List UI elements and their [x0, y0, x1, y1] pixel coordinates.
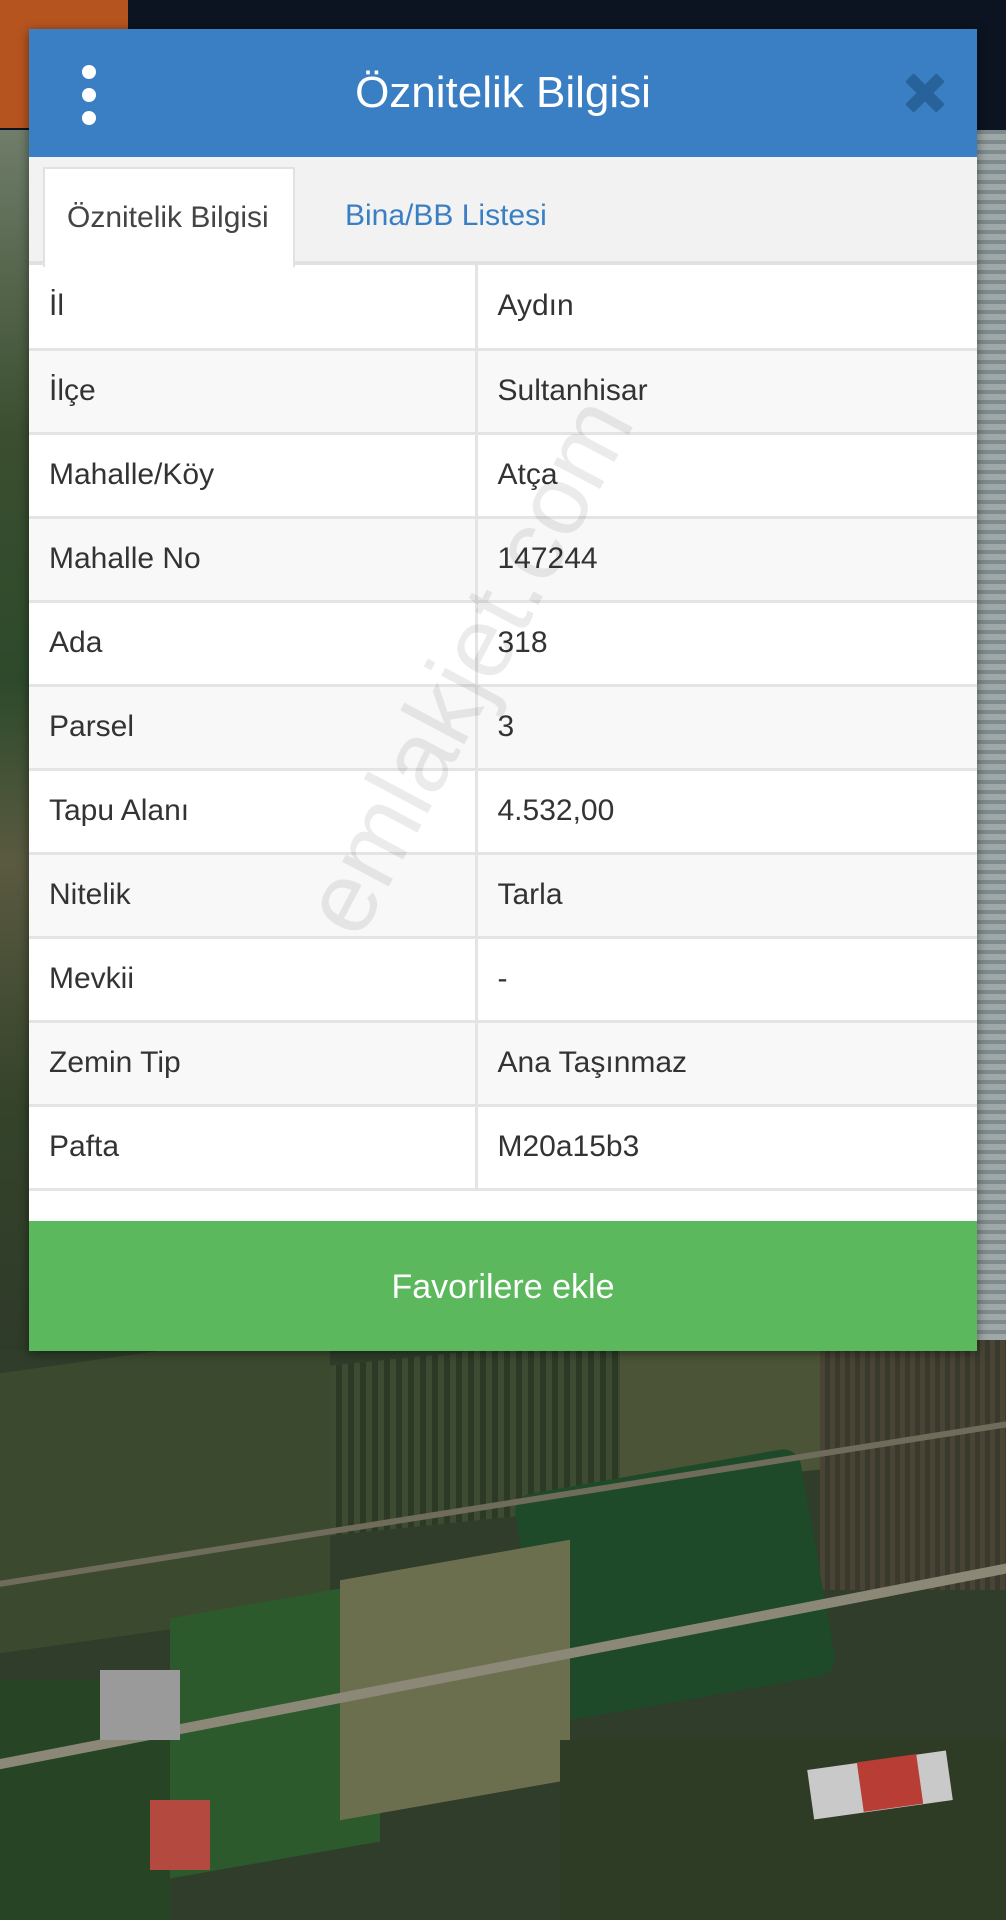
table-row: Mahalle No 147244	[29, 517, 977, 603]
table-row: Zemin Tip Ana Taşınmaz	[29, 1021, 977, 1107]
vertical-dots-icon[interactable]	[69, 65, 109, 125]
attribute-value: Sultanhisar	[476, 349, 977, 435]
attribute-value: M20a15b3	[476, 1105, 977, 1191]
attribute-key: Mahalle No	[29, 517, 478, 603]
attribute-key: İl	[29, 265, 478, 351]
map-field	[820, 1340, 1006, 1590]
attribute-value: 147244	[476, 517, 977, 603]
attribute-info-dialog: Öznitelik Bilgisi Öznitelik Bilgisi Bina…	[29, 29, 977, 1351]
dialog-header: Öznitelik Bilgisi	[29, 29, 977, 157]
close-icon[interactable]	[901, 69, 949, 117]
table-row: İl Aydın	[29, 265, 977, 351]
attribute-key: Parsel	[29, 685, 478, 771]
dot	[82, 65, 96, 79]
map-building	[856, 1754, 924, 1812]
attribute-key: Tapu Alanı	[29, 769, 478, 855]
attribute-key: Mahalle/Köy	[29, 433, 478, 519]
table-row: Mahalle/Köy Atça	[29, 433, 977, 519]
dot	[82, 88, 96, 102]
screen: Öznitelik Bilgisi Öznitelik Bilgisi Bina…	[0, 0, 1006, 1920]
map-tile	[0, 130, 30, 1350]
attribute-value: 3	[476, 685, 977, 771]
attribute-value: Atça	[476, 433, 977, 519]
attribute-value: 318	[476, 601, 977, 687]
table-row: Parsel 3	[29, 685, 977, 771]
attribute-key: Zemin Tip	[29, 1021, 478, 1107]
attribute-key: Pafta	[29, 1105, 478, 1191]
tab-building-list[interactable]: Bina/BB Listesi	[323, 167, 569, 265]
attribute-table: İl Aydın İlçe Sultanhisar Mahalle/Köy At…	[29, 265, 977, 1191]
attribute-value: -	[476, 937, 977, 1023]
table-row: Tapu Alanı 4.532,00	[29, 769, 977, 855]
tab-attribute-info[interactable]: Öznitelik Bilgisi	[43, 167, 295, 267]
table-row: Nitelik Tarla	[29, 853, 977, 939]
table-row: Pafta M20a15b3	[29, 1105, 977, 1191]
table-row: Ada 318	[29, 601, 977, 687]
attribute-value: Aydın	[476, 265, 977, 351]
tab-bar: Öznitelik Bilgisi Bina/BB Listesi	[29, 157, 977, 267]
add-to-favorites-button[interactable]: Favorilere ekle	[29, 1221, 977, 1351]
dot	[82, 111, 96, 125]
attribute-key: Ada	[29, 601, 478, 687]
attribute-value: 4.532,00	[476, 769, 977, 855]
attribute-key: Mevkii	[29, 937, 478, 1023]
attribute-value: Ana Taşınmaz	[476, 1021, 977, 1107]
map-building	[100, 1670, 180, 1740]
map-tile	[976, 130, 1006, 1350]
attribute-key: Nitelik	[29, 853, 478, 939]
table-row: İlçe Sultanhisar	[29, 349, 977, 435]
table-row: Mevkii -	[29, 937, 977, 1023]
map-building	[150, 1800, 210, 1870]
attribute-key: İlçe	[29, 349, 478, 435]
dialog-title: Öznitelik Bilgisi	[355, 68, 651, 117]
attribute-value: Tarla	[476, 853, 977, 939]
